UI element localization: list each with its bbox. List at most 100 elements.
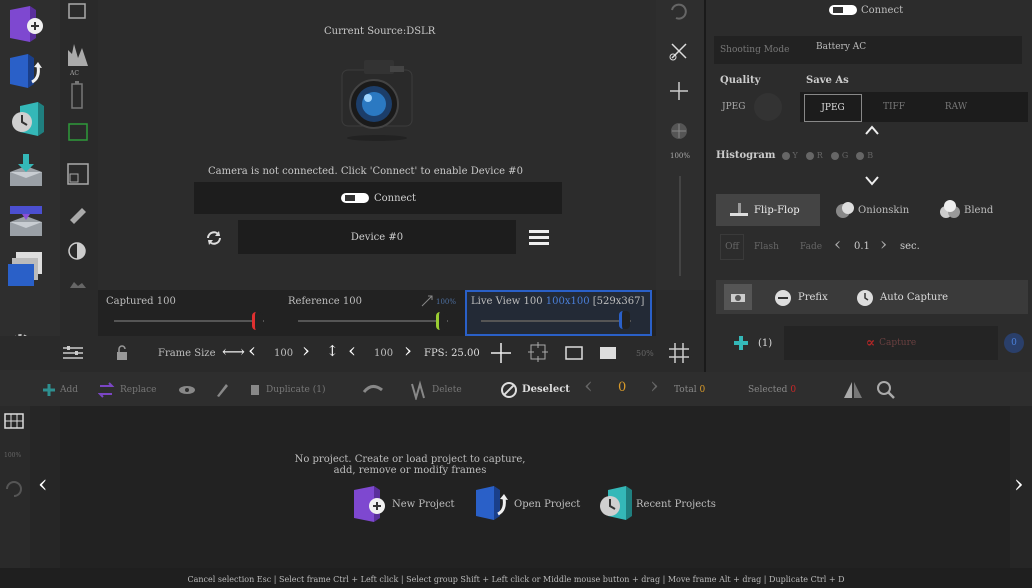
target-icon[interactable]	[528, 342, 548, 362]
collapse-up-icon[interactable]	[864, 124, 880, 136]
frame-icon[interactable]	[66, 2, 88, 22]
flip-decrease-button[interactable]: ‹	[834, 234, 841, 255]
camera-mode-button[interactable]	[724, 284, 752, 310]
clock-icon[interactable]	[856, 289, 874, 307]
current-frame-value[interactable]: 0	[618, 380, 626, 395]
open-project-icon[interactable]	[6, 52, 46, 92]
contrast-icon[interactable]	[66, 240, 88, 262]
flip-fade-option[interactable]: Fade	[800, 242, 822, 252]
add-button[interactable]: Add	[60, 385, 78, 395]
add-icon[interactable]	[42, 383, 56, 397]
flip-off-button[interactable]: Off	[720, 234, 744, 260]
flip-flash-option[interactable]: Flash	[754, 242, 779, 252]
zoom-level: 100%	[670, 152, 691, 160]
device-selector[interactable]: Device #0	[238, 220, 516, 254]
fps-label[interactable]: FPS: 25.00	[424, 348, 480, 359]
format-tiff-tab[interactable]: TIFF	[866, 94, 922, 120]
reference-slider-track[interactable]	[298, 320, 448, 322]
live-view-panel[interactable]: Live View 100 100x100 [529x367]	[465, 290, 652, 336]
auto-capture-label[interactable]: Auto Capture	[880, 292, 948, 303]
scissors-icon[interactable]	[668, 40, 690, 62]
menu-icon[interactable]	[528, 228, 550, 246]
prev-frame-button[interactable]: ‹	[584, 374, 593, 399]
format-jpeg-tab[interactable]: JPEG	[804, 94, 862, 122]
refresh-icon[interactable]	[204, 228, 224, 248]
radio-g[interactable]	[830, 151, 839, 160]
new-project-button[interactable]: New Project	[350, 484, 455, 524]
recent-projects-icon[interactable]	[6, 100, 46, 140]
replace-icon[interactable]	[98, 382, 116, 398]
delete-icon[interactable]	[408, 380, 428, 400]
duplicate-icon[interactable]	[250, 383, 262, 397]
height-value[interactable]: 100	[374, 348, 393, 359]
mirror-icon[interactable]	[842, 380, 864, 400]
live-view-slider-track[interactable]	[481, 320, 631, 322]
prefix-label[interactable]: Prefix	[798, 292, 828, 303]
width-value[interactable]: 100	[274, 348, 293, 359]
histogram-row: Histogram Y R G B	[716, 150, 873, 161]
eyedropper-icon[interactable]	[66, 200, 90, 224]
expand-icon[interactable]	[420, 294, 434, 308]
radio-y[interactable]	[781, 151, 790, 160]
shooting-mode-value[interactable]: Battery AC	[816, 42, 866, 52]
width-increase-button[interactable]: ›	[302, 338, 310, 362]
lock-icon[interactable]	[114, 344, 130, 362]
minus-circle-icon[interactable]	[774, 289, 792, 307]
zoom-slider-track[interactable]	[679, 176, 681, 276]
hand-icon[interactable]	[362, 382, 384, 398]
captured-slider-track[interactable]	[114, 320, 264, 322]
width-decrease-button[interactable]: ‹	[248, 338, 256, 362]
resize-icon[interactable]	[64, 160, 92, 188]
crosshair-icon[interactable]	[668, 80, 690, 102]
add-plus-icon[interactable]	[732, 334, 750, 352]
timeline-rotate-icon[interactable]	[3, 478, 25, 500]
radio-b[interactable]	[856, 151, 865, 160]
filled-frame-icon[interactable]	[598, 344, 618, 362]
radio-r[interactable]	[805, 151, 814, 160]
captured-slider-knob[interactable]	[252, 312, 263, 330]
replace-button[interactable]: Replace	[120, 385, 156, 395]
recent-projects-button[interactable]: Recent Projects	[594, 484, 716, 524]
grid-view-icon[interactable]	[3, 412, 25, 430]
rotate-icon[interactable]	[668, 2, 690, 22]
capture-button[interactable]: ∝ Capture	[784, 326, 998, 360]
histogram-icon[interactable]	[66, 40, 90, 68]
live-view-slider-knob[interactable]	[619, 311, 630, 329]
flip-increase-button[interactable]: ›	[880, 234, 887, 255]
cross-icon[interactable]	[490, 342, 512, 364]
format-raw-tab[interactable]: RAW	[928, 94, 984, 120]
quality-value[interactable]: JPEG	[722, 102, 745, 112]
tab-blend[interactable]: Blend	[938, 194, 1028, 226]
open-project-button[interactable]: Open Project	[472, 484, 580, 524]
timeline-next-button[interactable]: ›	[1014, 470, 1024, 498]
expand-down-icon[interactable]	[864, 174, 880, 186]
flip-value[interactable]: 0.1	[854, 241, 870, 252]
height-decrease-button[interactable]: ‹	[348, 338, 356, 362]
delete-button[interactable]: Delete	[432, 385, 462, 395]
move-icon[interactable]	[668, 120, 690, 142]
tab-flip-flop[interactable]: Flip-Flop	[716, 194, 820, 226]
new-project-icon[interactable]	[6, 4, 46, 44]
channel-b: B	[867, 151, 874, 160]
tab-onionskin[interactable]: Onionskin	[834, 194, 934, 226]
import-icon[interactable]	[6, 150, 46, 190]
export-icon[interactable]	[6, 200, 46, 240]
equalizer-icon[interactable]	[62, 344, 84, 362]
quality-knob[interactable]	[754, 93, 782, 121]
grid-icon[interactable]	[668, 342, 690, 364]
timeline-prev-button[interactable]: ‹	[38, 470, 48, 498]
duplicate-button[interactable]: Duplicate (1)	[266, 385, 326, 395]
next-frame-button[interactable]: ›	[650, 374, 659, 399]
search-icon[interactable]	[876, 380, 896, 400]
reference-slider-knob[interactable]	[436, 312, 447, 330]
deselect-icon[interactable]	[500, 381, 518, 399]
top-connect-button[interactable]: Connect	[828, 4, 903, 16]
connect-button[interactable]: Connect	[194, 182, 562, 214]
green-frame-icon[interactable]	[64, 118, 92, 146]
eye-icon[interactable]	[178, 384, 196, 396]
brush-icon[interactable]	[214, 381, 230, 399]
frames-icon[interactable]	[6, 250, 46, 302]
height-increase-button[interactable]: ›	[404, 338, 412, 362]
frame-outline-icon[interactable]	[564, 344, 584, 362]
deselect-button[interactable]: Deselect	[522, 384, 570, 395]
